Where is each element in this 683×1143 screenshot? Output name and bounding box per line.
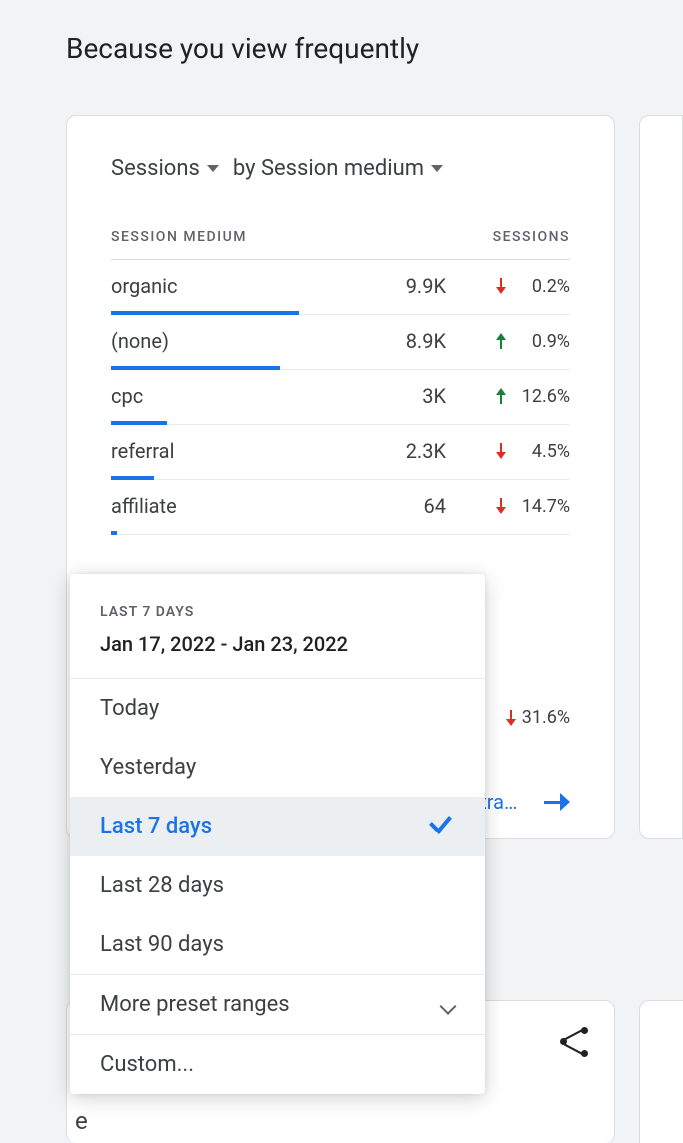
row-label: affiliate <box>111 494 374 518</box>
row-sessions: 3K <box>374 384 446 408</box>
row-delta: 0.9% <box>446 331 570 352</box>
page-title: Because you view frequently <box>0 0 683 65</box>
date-range-option-label: Today <box>100 696 159 721</box>
arrow-down-icon <box>496 498 506 514</box>
date-range-option[interactable]: Today <box>70 679 485 738</box>
row-delta-pct: 12.6% <box>512 386 570 407</box>
table-row[interactable]: organic9.9K 0.2% <box>111 260 570 315</box>
row-bar <box>111 531 117 535</box>
metric-selector[interactable]: Sessions <box>111 156 219 181</box>
table-header: SESSION MEDIUM SESSIONS <box>111 229 570 260</box>
caret-down-icon <box>431 165 443 172</box>
row-delta-pct: 14.7% <box>512 496 570 517</box>
arrow-up-icon <box>496 333 506 349</box>
date-range-option[interactable]: More preset ranges <box>70 975 485 1034</box>
row-delta: 4.5% <box>446 441 570 462</box>
date-range-option-label: More preset ranges <box>100 992 290 1017</box>
arrow-right-icon[interactable] <box>544 793 570 811</box>
row-label: cpc <box>111 384 374 408</box>
arrow-down-icon <box>496 443 506 459</box>
table-row[interactable]: cpc3K 12.6% <box>111 370 570 425</box>
obscured-row-delta: 31.6% <box>506 707 570 728</box>
row-delta: 12.6% <box>446 386 570 407</box>
date-range-header-range: Jan 17, 2022 - Jan 23, 2022 <box>100 632 455 656</box>
row-sessions: 2.3K <box>374 439 446 463</box>
check-icon <box>429 817 455 837</box>
date-range-option[interactable]: Last 28 days <box>70 856 485 915</box>
dimension-selector-label: by Session medium <box>233 156 424 181</box>
date-range-option-label: Last 28 days <box>100 873 224 898</box>
row-sessions: 8.9K <box>374 329 446 353</box>
row-delta-pct: 4.5% <box>512 441 570 462</box>
caret-down-icon <box>207 165 219 172</box>
adjacent-card-right-top <box>639 115 683 839</box>
row-label: referral <box>111 439 374 463</box>
share-button[interactable] <box>560 1027 588 1057</box>
row-delta: 14.7% <box>446 496 570 517</box>
date-range-header-label: LAST 7 DAYS <box>100 604 455 620</box>
date-range-option-label: Last 7 days <box>100 814 212 839</box>
table-header-dim: SESSION MEDIUM <box>111 229 247 245</box>
row-sessions: 9.9K <box>374 274 446 298</box>
date-range-option[interactable]: Yesterday <box>70 738 485 797</box>
arrow-down-icon <box>496 278 506 294</box>
metric-selector-label: Sessions <box>111 156 200 181</box>
share-icon <box>560 1027 588 1057</box>
row-delta: 0.2% <box>446 276 570 297</box>
row-delta-pct: 0.9% <box>512 331 570 352</box>
table-header-metric: SESSIONS <box>493 229 570 245</box>
peek-text: e <box>75 1107 88 1135</box>
date-range-option-label: Last 90 days <box>100 932 224 957</box>
table-row[interactable]: (none)8.9K 0.9% <box>111 315 570 370</box>
table-row[interactable]: referral2.3K 4.5% <box>111 425 570 480</box>
table-row[interactable]: affiliate64 14.7% <box>111 480 570 535</box>
row-delta-pct: 0.2% <box>512 276 570 297</box>
date-range-custom[interactable]: Custom... <box>70 1035 485 1094</box>
date-range-header: LAST 7 DAYS Jan 17, 2022 - Jan 23, 2022 <box>70 574 485 679</box>
dimension-selector[interactable]: by Session medium <box>233 156 443 181</box>
date-range-option[interactable]: Last 7 days <box>70 797 485 856</box>
date-range-option-label: Yesterday <box>100 755 196 780</box>
row-sessions: 64 <box>374 494 446 518</box>
row-label: (none) <box>111 329 374 353</box>
date-range-custom-label: Custom... <box>100 1052 194 1077</box>
arrow-down-icon <box>506 710 516 726</box>
row-label: organic <box>111 274 374 298</box>
chevron-down-icon <box>438 995 458 1015</box>
date-range-dropdown: LAST 7 DAYS Jan 17, 2022 - Jan 23, 2022 … <box>70 574 485 1094</box>
obscured-delta-pct: 31.6% <box>522 707 570 728</box>
date-range-option[interactable]: Last 90 days <box>70 915 485 974</box>
arrow-up-icon <box>496 388 506 404</box>
adjacent-card-right-bottom <box>639 1000 683 1143</box>
